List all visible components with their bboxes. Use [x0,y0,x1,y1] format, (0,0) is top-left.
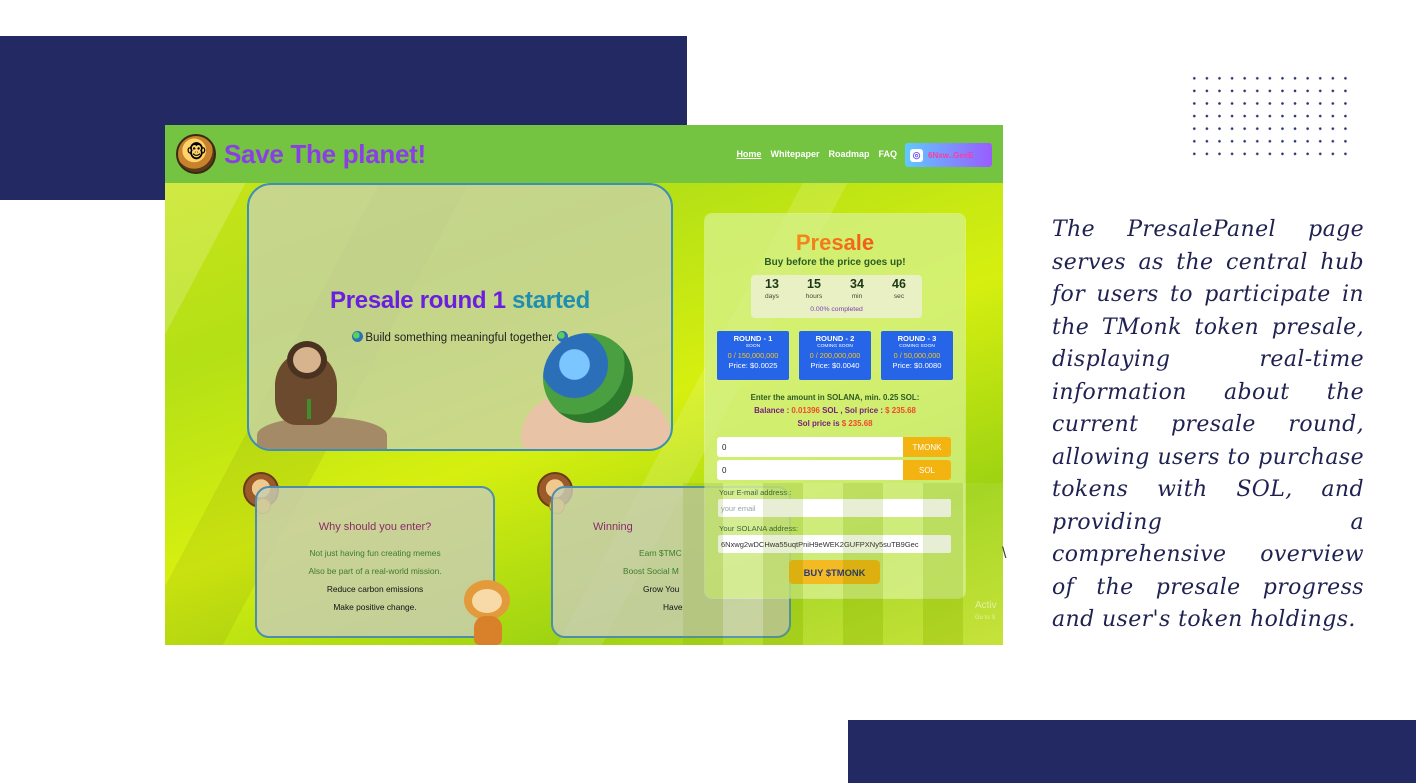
countdown-label: hours [805,293,823,300]
activate-windows-watermark: Activ Go to S [975,599,997,625]
round-name: ROUND - 2 [815,334,855,343]
round-status: SOON [745,344,761,349]
slide-caption: The PresalePanel page serves as the cent… [1052,217,1364,632]
card-line: Not just having fun creating memes [309,548,441,558]
round-card-2: ROUND - 2 COMING SOON 0 / 200,000,000 Pr… [799,331,871,380]
balance-unit: SOL , Sol price : [822,406,883,415]
round-amount: 0 / 150,000,000 [727,351,779,360]
hero-subtitle-text: Build something meaningful together. [365,332,555,344]
tmonk-amount-input[interactable] [717,437,903,457]
hero-title: Presale round 1 started [249,287,671,315]
sol-price-line: Sol price is $ 235.68 [705,419,965,428]
countdown-days: 13 days [755,277,789,301]
round-card-3: ROUND - 3 COMING SOON 0 / 50,000,000 Pri… [881,331,953,380]
tmonk-amount-row: TMONK [717,437,951,457]
earth-in-hand-image [521,333,671,449]
sol-amount-row: SOL [717,460,951,480]
brand-title[interactable]: Save The planet! [224,139,426,170]
wallet-address-label: 6Nxw..GecE [928,150,974,160]
nav-link-faq[interactable]: FAQ [878,149,897,159]
card-title: Why should you enter? [318,521,432,533]
nav-links: Home Whitepaper Roadmap FAQ [736,149,897,159]
app-screenshot: Save The planet! Home Whitepaper Roadmap… [165,125,1003,645]
round-name: ROUND - 3 [897,334,937,343]
countdown-label: min [851,293,863,300]
buy-tmonk-button[interactable]: BUY $TMONK [789,560,880,584]
tmonk-unit-button[interactable]: TMONK [903,437,951,457]
presale-panel: Presale Buy before the price goes up! 13… [705,214,965,598]
card-line: Have [663,602,683,612]
balance-value: 0.01396 [791,406,820,415]
sol-price-value: $ 235.68 [885,406,916,415]
globe-icon [556,331,568,342]
card-title: Winning [593,521,633,533]
chimp-planting-image [249,335,389,449]
amount-instruction: Enter the amount in SOLANA, min. 0.25 SO… [750,393,920,402]
countdown-minutes: 34 min [840,277,874,301]
globe-icon [352,331,364,342]
baby-monkey-image [458,580,520,645]
stray-glyph: \ [1002,545,1007,562]
navbar: Save The planet! Home Whitepaper Roadmap… [165,125,1003,183]
navy-banner-bottom [848,720,1416,783]
hero-title-part1: Presale round 1 [330,287,506,314]
card-line: Boost Social M [623,566,679,576]
countdown-hours: 15 hours [797,277,831,301]
countdown-value: 15 [807,277,821,291]
countdown-value: 13 [765,277,779,291]
countdown-seconds: 46 sec [882,277,916,301]
round-status: COMING SOON [899,344,935,349]
slide: Save The planet! Home Whitepaper Roadmap… [0,0,1416,783]
round-price: Price: $0.0025 [728,361,778,370]
round-price: Price: $0.0040 [810,361,860,370]
nav-link-home[interactable]: Home [736,149,761,159]
countdown-value: 46 [892,277,906,291]
dot-grid-decoration [1188,72,1350,164]
hero-banner: Presale round 1 started Build something … [247,183,673,451]
nav-link-roadmap[interactable]: Roadmap [828,149,869,159]
countdown-value: 34 [850,277,864,291]
hero-title-part2: started [512,287,590,314]
nav-link-whitepaper[interactable]: Whitepaper [770,149,819,159]
card-line: Also be part of a real-world mission. [308,566,442,576]
countdown-label: sec [893,293,905,300]
round-name: ROUND - 1 [733,334,773,343]
activate-text: Activ [975,600,997,611]
card-line: Earn $TMC [639,548,682,558]
wallet-icon: ◎ [910,148,923,162]
email-field[interactable] [718,499,951,517]
countdown-timer: 13 days 15 hours 34 min 46 sec 0.00% com… [751,275,922,318]
balance-label: Balance : [754,406,790,415]
card-line: Grow You [643,584,680,594]
presale-rounds: ROUND - 1 SOON 0 / 150,000,000 Price: $0… [717,331,953,380]
email-label: Your E-mail address : [719,488,792,497]
sol-price-value: $ 235.68 [841,419,873,428]
presale-title: Presale [705,230,965,256]
round-status: COMING SOON [817,344,853,349]
progress-completed: 0.00% completed [810,306,863,313]
monkey-logo-icon[interactable] [176,134,216,174]
solana-address-field[interactable] [718,535,951,553]
round-price: Price: $0.0080 [892,361,942,370]
presale-subtitle: Buy before the price goes up! [764,257,906,268]
countdown-label: days [765,293,779,300]
sol-amount-input[interactable] [717,460,903,480]
round-card-1: ROUND - 1 SOON 0 / 150,000,000 Price: $0… [717,331,789,380]
activate-subtext: Go to S [975,615,996,621]
balance-line: Balance : 0.01396 SOL , Sol price : $ 23… [705,406,965,415]
wallet-button[interactable]: ◎ 6Nxw..GecE [905,143,992,167]
round-amount: 0 / 50,000,000 [893,351,941,360]
sol-unit-button[interactable]: SOL [903,460,951,480]
solana-address-label: Your SOLANA address: [719,524,799,533]
sol-price-label: Sol price is [797,419,840,428]
hero-subtitle: Build something meaningful together. [249,331,671,344]
round-amount: 0 / 200,000,000 [809,351,861,360]
